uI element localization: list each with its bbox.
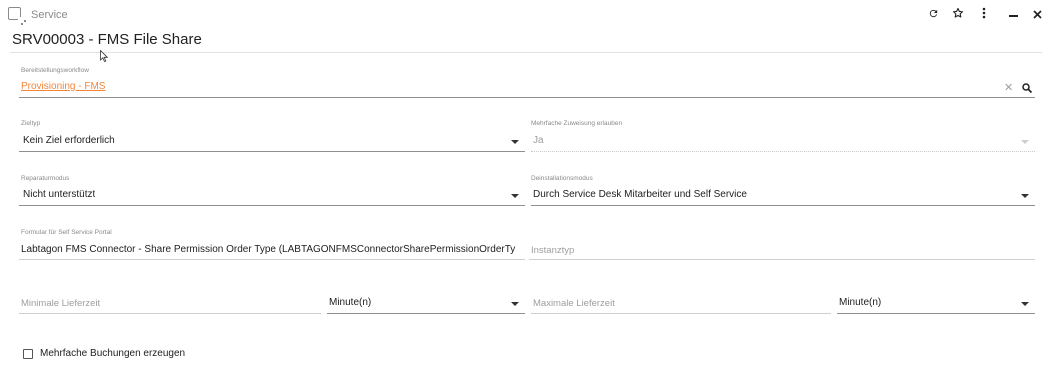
reparaturmodus-label: Reparaturmodus: [21, 175, 70, 182]
header-divider: [10, 52, 1042, 53]
mehrfache-zuweisung-value: Ja: [533, 135, 544, 146]
deinstallationsmodus-label: Deinstallationsmodus: [531, 175, 593, 182]
minimize-icon: [1008, 15, 1018, 17]
zieltyp-select[interactable]: Kein Ziel erforderlich: [19, 130, 525, 152]
workflow-label: Bereitstellungsworkflow: [21, 67, 89, 74]
workflow-underline: [19, 97, 1035, 98]
max-lieferzeit-unit-select[interactable]: Minute(n): [837, 292, 1035, 314]
new-window-icon: [8, 7, 26, 25]
refresh-icon: [929, 9, 937, 18]
deinstallationsmodus-underline: [531, 205, 1035, 206]
minimize-button[interactable]: [1004, 6, 1022, 24]
star-icon: [952, 7, 964, 18]
search-icon[interactable]: [1021, 82, 1033, 94]
instanztyp-field[interactable]: Instanztyp: [531, 245, 574, 256]
zieltyp-value: Kein Ziel erforderlich: [23, 135, 115, 146]
favorite-button[interactable]: [949, 6, 967, 24]
reparaturmodus-underline: [19, 205, 525, 206]
reparaturmodus-select[interactable]: Nicht unterstützt: [19, 184, 525, 206]
zieltyp-label: Zieltyp: [21, 120, 41, 127]
chevron-down-icon: [511, 302, 519, 306]
chevron-down-icon: [511, 140, 519, 144]
instanztyp-underline: [529, 259, 1035, 260]
deinstallationsmodus-value: Durch Service Desk Mitarbeiter und Self …: [533, 189, 747, 200]
more-menu-button[interactable]: [975, 6, 993, 24]
window-titlebar: Service: [0, 0, 1052, 30]
chevron-down-icon: [1021, 194, 1029, 198]
window-title: Service: [31, 9, 68, 21]
chevron-down-icon: [1021, 302, 1029, 306]
mouse-cursor-icon: [100, 50, 108, 62]
mehrfache-zuweisung-label: Mehrfache Zuweisung erlauben: [531, 120, 623, 127]
min-lieferzeit-field[interactable]: Minimale Lieferzeit: [21, 298, 100, 309]
close-button[interactable]: [1028, 6, 1046, 24]
min-lieferzeit-unit-select[interactable]: Minute(n): [327, 292, 525, 314]
min-lieferzeit-unit-value: Minute(n): [329, 297, 372, 308]
zieltyp-underline: [19, 151, 525, 152]
clear-workflow-button[interactable]: ✕: [1004, 81, 1013, 94]
max-lieferzeit-unit-value: Minute(n): [839, 297, 882, 308]
mehrfache-buchungen-checkbox[interactable]: [23, 349, 33, 359]
formular-underline: [19, 259, 525, 260]
max-lieferzeit-unit-underline: [837, 313, 1035, 314]
chevron-down-icon: [1021, 140, 1029, 144]
mehrfache-zuweisung-underline: [531, 151, 1035, 152]
chevron-down-icon: [511, 194, 519, 198]
page-title: SRV00003 - FMS File Share: [12, 31, 202, 48]
mehrfache-buchungen-label: Mehrfache Buchungen erzeugen: [40, 348, 186, 359]
max-lieferzeit-underline: [531, 313, 831, 314]
formular-value[interactable]: Labtagon FMS Connector - Share Permissio…: [21, 244, 525, 255]
workflow-link[interactable]: Provisioning - FMS: [21, 81, 421, 92]
min-lieferzeit-underline: [19, 313, 321, 314]
more-vert-icon: [982, 7, 986, 19]
deinstallationsmodus-select[interactable]: Durch Service Desk Mitarbeiter und Self …: [531, 184, 1035, 206]
min-lieferzeit-unit-underline: [327, 313, 525, 314]
formular-label: Formular für Self Service Portal: [21, 229, 112, 236]
reparaturmodus-value: Nicht unterstützt: [23, 189, 96, 200]
max-lieferzeit-field[interactable]: Maximale Lieferzeit: [533, 298, 615, 309]
close-icon: [1032, 10, 1042, 19]
refresh-button[interactable]: [924, 6, 942, 24]
